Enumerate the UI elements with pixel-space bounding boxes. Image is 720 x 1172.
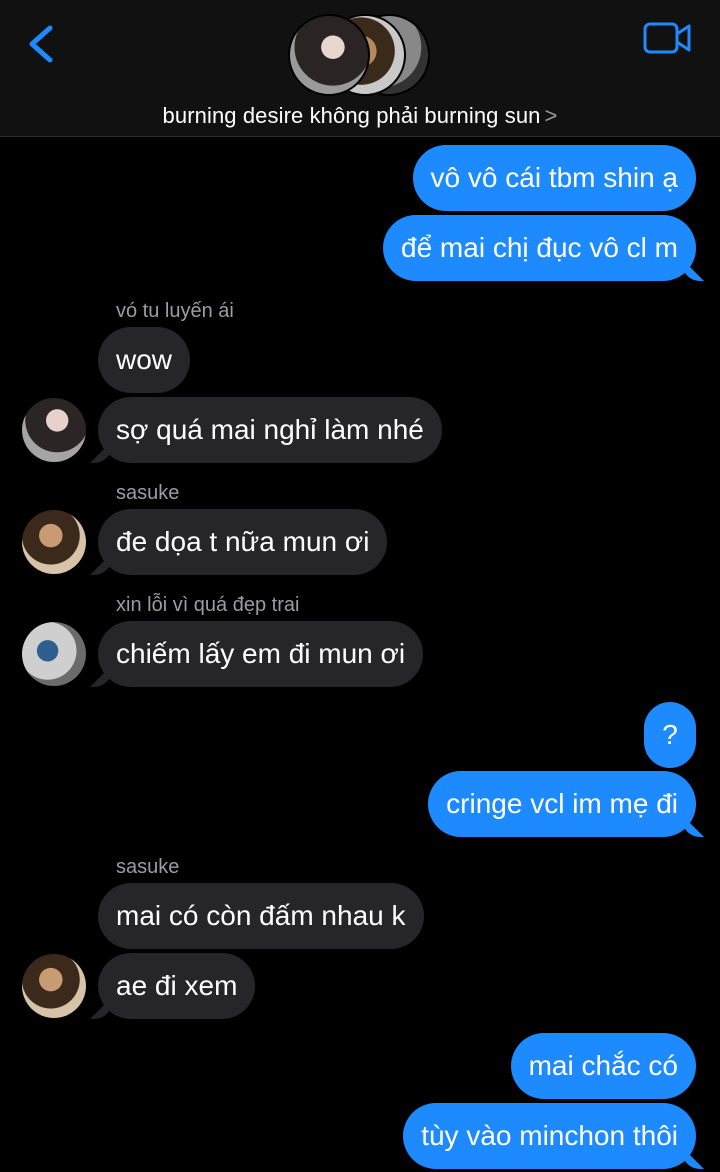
sender-name: vó tu luyến ái [116,300,234,322]
chevron-right-icon: > [544,103,558,128]
chevron-left-icon[interactable] [22,22,62,66]
sender-avatar[interactable] [22,954,86,1018]
sender-avatar[interactable] [22,510,86,574]
sender-name: xin lỗi vì quá đẹp trai [116,594,300,616]
group-avatar-1 [288,14,370,96]
message-bubble-outgoing[interactable]: mai chắc có [510,1033,696,1099]
message-bubble-incoming[interactable]: ae đi xem [98,953,256,1019]
message-bubble-outgoing[interactable]: tùy vào minchon thôi [403,1103,696,1169]
message-bubble-outgoing[interactable]: để mai chị đục vô cl m [383,215,696,281]
sender-name: sasuke [116,856,180,878]
message-bubble-outgoing[interactable]: cringe vcl im mẹ đi [428,771,696,837]
sender-name: sasuke [116,482,180,504]
sender-avatar[interactable] [22,622,86,686]
message-bubble-incoming[interactable]: wow [98,327,191,393]
message-bubble-incoming[interactable]: mai có còn đấm nhau k [98,883,424,949]
group-name-text: burning desire không phải burning sun [162,103,541,128]
conversation-header: burning desire không phải burning sun > [0,0,720,137]
message-bubble-outgoing[interactable]: vô vô cái tbm shin ạ [412,145,696,211]
message-bubble-outgoing[interactable]: ? [644,702,696,768]
sender-avatar[interactable] [22,398,86,462]
group-avatar-stack[interactable] [288,14,438,96]
message-bubble-incoming[interactable]: sợ quá mai nghỉ làm nhé [98,397,442,463]
video-camera-icon[interactable] [642,20,692,56]
message-bubble-incoming[interactable]: đe dọa t nữa mun ơi [98,509,388,575]
message-bubble-incoming[interactable]: chiếm lấy em đi mun ơi [98,621,424,687]
group-name[interactable]: burning desire không phải burning sun > [0,103,720,129]
